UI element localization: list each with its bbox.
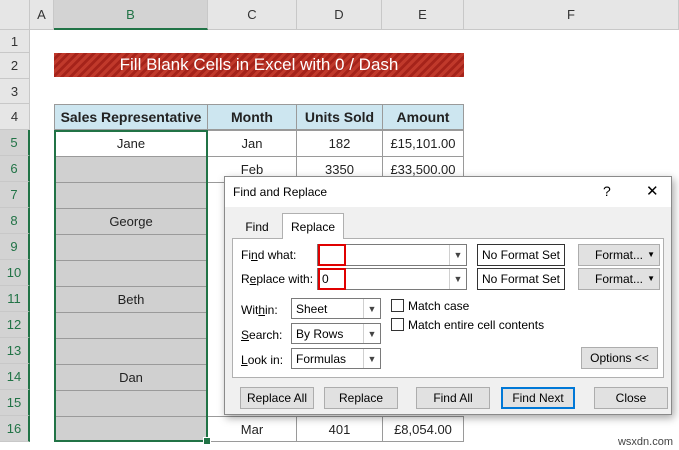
cell-b13[interactable] bbox=[54, 338, 208, 365]
column-header-d[interactable]: D bbox=[297, 0, 382, 30]
dialog-title: Find and Replace bbox=[233, 185, 328, 199]
cell-b14[interactable]: Dan bbox=[54, 364, 208, 391]
header-month[interactable]: Month bbox=[207, 104, 297, 130]
match-case-label: Match case bbox=[408, 299, 470, 313]
cell-c5[interactable]: Jan bbox=[207, 130, 297, 157]
dialog-title-bar[interactable]: Find and Replace ? ✕ bbox=[225, 177, 671, 207]
replace-button[interactable]: Replace bbox=[324, 387, 398, 409]
chevron-down-icon[interactable]: ▼ bbox=[363, 349, 380, 368]
chevron-down-icon[interactable]: ▼ bbox=[363, 324, 380, 343]
find-all-button[interactable]: Find All bbox=[416, 387, 490, 409]
row-header-2[interactable]: 2 bbox=[0, 53, 30, 79]
dropdown-arrow-icon: ▼ bbox=[647, 250, 655, 259]
row-header-9[interactable]: 9 bbox=[0, 234, 30, 260]
cell-e5[interactable]: £15,101.00 bbox=[382, 130, 464, 157]
match-case-checkbox[interactable] bbox=[391, 299, 404, 312]
cell-b9[interactable] bbox=[54, 234, 208, 261]
select-all-corner[interactable] bbox=[0, 0, 30, 30]
highlight-box-find bbox=[318, 244, 346, 266]
row-header-16[interactable]: 16 bbox=[0, 416, 30, 442]
look-in-label: Look in: bbox=[241, 353, 284, 367]
search-select[interactable]: By Rows ▼ bbox=[291, 323, 381, 344]
row-header-8[interactable]: 8 bbox=[0, 208, 30, 234]
close-icon[interactable]: ✕ bbox=[646, 182, 659, 200]
tab-replace[interactable]: Replace bbox=[282, 213, 344, 239]
find-replace-dialog: Find and Replace ? ✕ Find Replace Find w… bbox=[224, 176, 672, 415]
cell-b10[interactable] bbox=[54, 260, 208, 287]
column-header-c[interactable]: C bbox=[208, 0, 297, 30]
row-header-15[interactable]: 15 bbox=[0, 390, 30, 416]
find-what-label: Find what: bbox=[241, 248, 297, 262]
row-header-6[interactable]: 6 bbox=[0, 156, 30, 182]
watermark: wsxdn.com bbox=[617, 436, 673, 448]
replace-format-button[interactable]: Format... ▼ bbox=[578, 268, 660, 290]
fill-handle[interactable] bbox=[203, 437, 211, 445]
row-header-10[interactable]: 10 bbox=[0, 260, 30, 286]
row-header-14[interactable]: 14 bbox=[0, 364, 30, 390]
column-header-a[interactable]: A bbox=[30, 0, 54, 30]
row-header-7[interactable]: 7 bbox=[0, 182, 30, 208]
match-entire-checkbox[interactable] bbox=[391, 318, 404, 331]
column-header-f[interactable]: F bbox=[464, 0, 679, 30]
cell-b6[interactable] bbox=[54, 156, 208, 183]
options-button[interactable]: Options << bbox=[581, 347, 658, 369]
sheet-title-banner: Fill Blank Cells in Excel with 0 / Dash bbox=[54, 53, 464, 77]
row-header-12[interactable]: 12 bbox=[0, 312, 30, 338]
find-format-preview: No Format Set bbox=[477, 244, 565, 266]
dropdown-arrow-icon: ▼ bbox=[647, 274, 655, 283]
cell-c16[interactable]: Mar bbox=[207, 416, 297, 442]
tab-find[interactable]: Find bbox=[233, 216, 281, 238]
cell-d16[interactable]: 401 bbox=[296, 416, 383, 442]
header-sales-rep[interactable]: Sales Representative bbox=[54, 104, 208, 130]
cell-e16[interactable]: £8,054.00 bbox=[382, 416, 464, 442]
cell-b8[interactable]: George bbox=[54, 208, 208, 235]
column-header-b[interactable]: B bbox=[54, 0, 208, 30]
find-format-button[interactable]: Format... ▼ bbox=[578, 244, 660, 266]
cell-d5[interactable]: 182 bbox=[296, 130, 383, 157]
cell-b7[interactable] bbox=[54, 182, 208, 209]
close-button[interactable]: Close bbox=[594, 387, 668, 409]
row-header-5[interactable]: 5 bbox=[0, 130, 30, 156]
chevron-down-icon[interactable]: ▼ bbox=[449, 269, 466, 289]
within-select[interactable]: Sheet ▼ bbox=[291, 298, 381, 319]
chevron-down-icon[interactable]: ▼ bbox=[449, 245, 466, 265]
chevron-down-icon[interactable]: ▼ bbox=[363, 299, 380, 318]
header-amount[interactable]: Amount bbox=[382, 104, 464, 130]
find-next-button[interactable]: Find Next bbox=[501, 387, 575, 409]
within-label: Within: bbox=[241, 303, 278, 317]
match-entire-label: Match entire cell contents bbox=[408, 318, 545, 332]
search-label: Search: bbox=[241, 328, 283, 342]
row-header-11[interactable]: 11 bbox=[0, 286, 30, 312]
highlight-box-replace bbox=[318, 268, 346, 290]
cell-b16[interactable] bbox=[54, 416, 208, 442]
column-header-e[interactable]: E bbox=[382, 0, 464, 30]
replace-all-button[interactable]: Replace All bbox=[240, 387, 314, 409]
row-header-3[interactable]: 3 bbox=[0, 79, 30, 104]
row-header-13[interactable]: 13 bbox=[0, 338, 30, 364]
header-units-sold[interactable]: Units Sold bbox=[296, 104, 383, 130]
replace-format-preview: No Format Set bbox=[477, 268, 565, 290]
cell-b11[interactable]: Beth bbox=[54, 286, 208, 313]
cell-b15[interactable] bbox=[54, 390, 208, 417]
cell-b12[interactable] bbox=[54, 312, 208, 339]
look-in-select[interactable]: Formulas ▼ bbox=[291, 348, 381, 369]
row-header-4[interactable]: 4 bbox=[0, 104, 30, 130]
help-icon[interactable]: ? bbox=[603, 183, 611, 199]
row-header-1[interactable]: 1 bbox=[0, 30, 30, 53]
cell-b5[interactable]: Jane bbox=[54, 130, 208, 157]
replace-with-label: Replace with: bbox=[241, 272, 314, 286]
